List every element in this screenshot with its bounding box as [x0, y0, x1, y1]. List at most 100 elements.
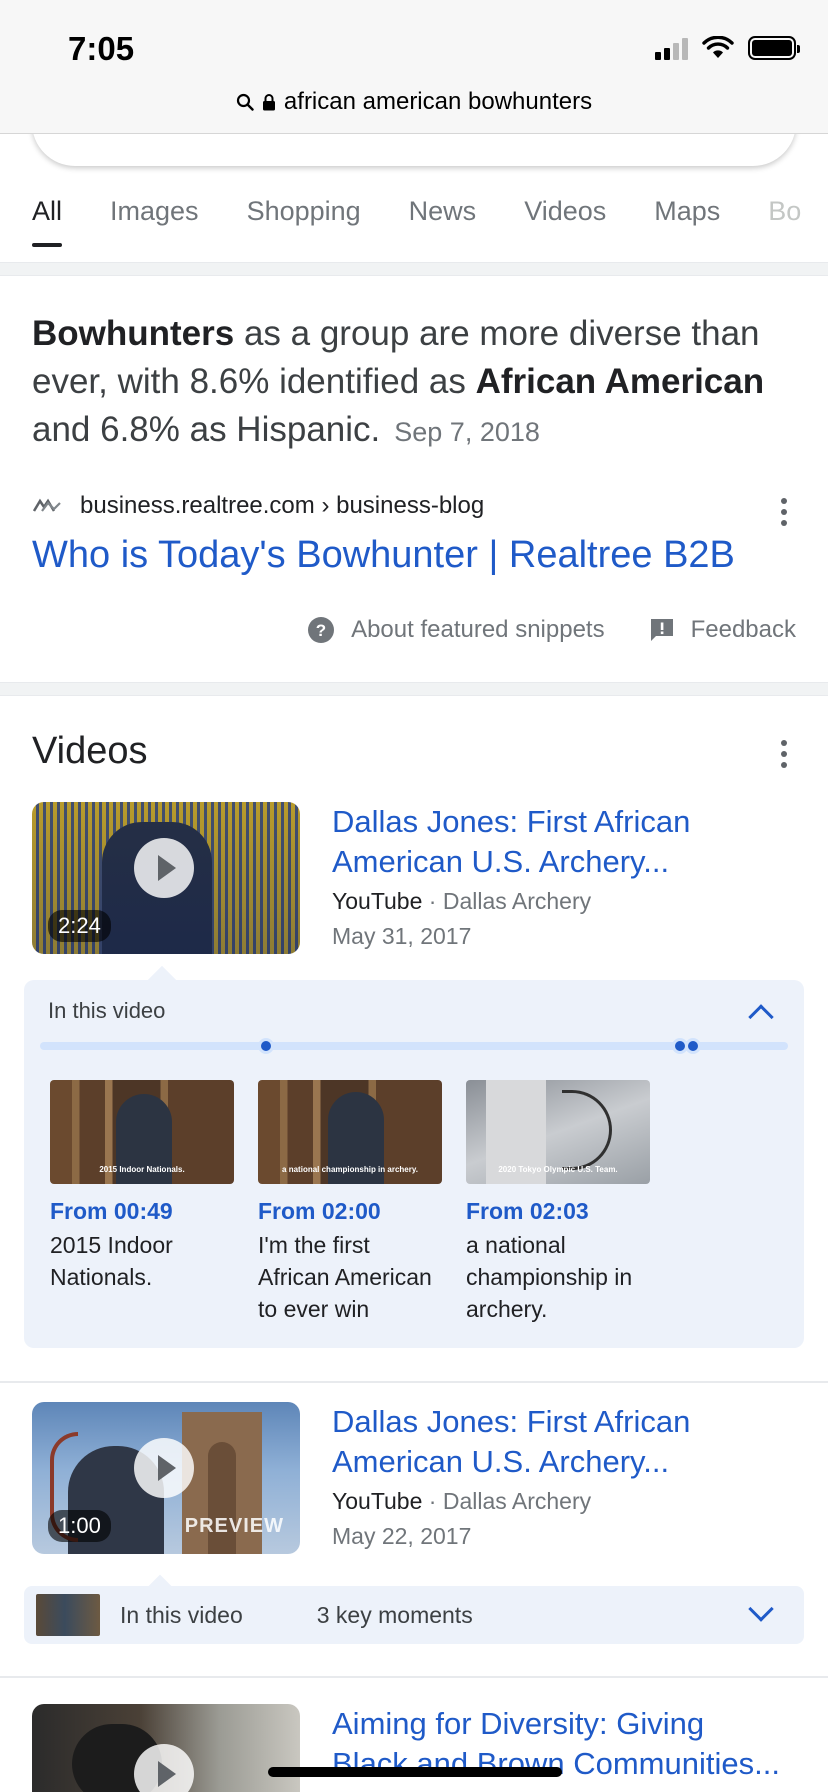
tab-books[interactable]: Bo: [768, 196, 801, 247]
video-duration: 1:00: [48, 1510, 111, 1542]
timeline-marker[interactable]: [685, 1038, 701, 1054]
tab-maps[interactable]: Maps: [654, 196, 720, 247]
key-moments-label: In this video: [48, 998, 166, 1023]
videos-heading: Videos: [32, 730, 148, 772]
chevron-up-icon[interactable]: [748, 1004, 774, 1030]
status-icons: [655, 36, 800, 60]
search-icon: [236, 93, 254, 111]
lock-icon: [262, 94, 275, 111]
videos-more-options-icon[interactable]: [772, 740, 796, 768]
cellular-signal-icon: [655, 36, 688, 60]
moment-timestamp[interactable]: From 02:03: [466, 1198, 652, 1225]
video-duration: 2:24: [48, 910, 111, 942]
snippet-footer: ? About featured snippets Feedback: [307, 616, 796, 644]
moment-timestamp[interactable]: From 00:49: [50, 1198, 236, 1225]
browser-chrome: 7:05 african american bowhunters: [0, 0, 828, 134]
video-thumbnail[interactable]: 1:00 PREVIEW: [32, 1402, 300, 1554]
snippet-bold-term: Bowhunters: [32, 314, 235, 353]
key-moments-label: In this video: [120, 1601, 243, 1628]
chevron-down-icon[interactable]: [748, 1596, 774, 1622]
feedback-icon: [650, 619, 673, 641]
bow-icon: [562, 1090, 612, 1170]
moment-description: 2015 Indoor Nationals.: [50, 1229, 236, 1293]
key-moment-card[interactable]: a national championship in archery. From…: [258, 1080, 444, 1325]
wifi-icon: [702, 36, 734, 58]
video-meta: Dallas Jones: First African American U.S…: [332, 802, 796, 950]
video-channel: · Dallas Archery: [428, 888, 592, 914]
key-moment-thumbnail[interactable]: 2015 Indoor Nationals.: [50, 1080, 234, 1184]
timeline-marker[interactable]: [258, 1038, 274, 1054]
moment-description-line: 2015 Indoor: [50, 1232, 173, 1258]
section-divider: [0, 682, 828, 696]
tab-videos[interactable]: Videos: [524, 196, 606, 247]
source-url: business.realtree.com › business-blog: [80, 492, 485, 519]
result-divider: [0, 1381, 828, 1383]
video-meta: Dallas Jones: First African American U.S…: [332, 1402, 796, 1550]
tab-news[interactable]: News: [409, 196, 477, 247]
tab-all[interactable]: All: [32, 196, 63, 247]
moment-description-line: Nationals.: [50, 1264, 153, 1290]
video-title[interactable]: Black and Brown Communities...: [332, 1744, 796, 1784]
thumbnail-caption: 2015 Indoor Nationals.: [99, 1165, 185, 1174]
about-label: About featured snippets: [351, 616, 605, 643]
snippet-date: Sep 7, 2018: [394, 417, 540, 447]
section-divider: [0, 262, 828, 276]
moment-description: a national championship in archery.: [466, 1229, 652, 1325]
preview-label: PREVIEW: [184, 1515, 284, 1537]
thumbnail-caption: 2020 Tokyo Olympic U.S. Team.: [498, 1165, 618, 1174]
help-icon: ?: [308, 617, 335, 643]
battery-icon: [748, 36, 800, 60]
tab-shopping[interactable]: Shopping: [247, 196, 361, 247]
status-time: 7:05: [68, 30, 135, 67]
key-moments-count: 3 key moments: [316, 1601, 473, 1628]
key-moments-panel: In this video 2015 Indoor Nationals. Fro…: [24, 965, 804, 1348]
video-channel: · Dallas Archery: [428, 1488, 592, 1514]
url-text: african american bowhunters: [283, 88, 593, 115]
video-source: YouTube · Dallas Archery: [332, 1488, 796, 1515]
snippet-result-link[interactable]: Who is Today's Bowhunter | Realtree B2B: [32, 534, 735, 577]
play-icon: [134, 1744, 194, 1792]
moment-description-line: a national: [466, 1232, 566, 1258]
more-options-icon[interactable]: [772, 498, 796, 526]
key-moment-card[interactable]: 2020 Tokyo Olympic U.S. Team. From 02:03…: [466, 1080, 652, 1325]
video-title[interactable]: Dallas Jones: First African: [332, 802, 796, 842]
panel-caret: [147, 965, 177, 995]
key-moment-thumbnail[interactable]: a national championship in archery.: [258, 1080, 442, 1184]
play-icon: [134, 1438, 194, 1498]
panel-caret: [148, 1574, 172, 1598]
video-platform: YouTube: [332, 1488, 423, 1514]
key-moments-thumbnail: [36, 1594, 100, 1636]
video-date: May 31, 2017: [332, 923, 472, 949]
result-divider: [0, 1676, 828, 1678]
key-moments-collapsed[interactable]: In this video 3 key moments: [24, 1574, 804, 1644]
timeline-track[interactable]: [40, 1038, 788, 1054]
tab-images[interactable]: Images: [110, 196, 199, 247]
video-title[interactable]: American U.S. Archery...: [332, 1442, 796, 1482]
moment-description-line: archery.: [466, 1296, 548, 1322]
snippet-source[interactable]: business.realtree.com › business-blog: [32, 492, 484, 520]
snippet-bold-term: African American: [475, 362, 765, 401]
video-title[interactable]: American U.S. Archery...: [332, 842, 796, 882]
thumbnail-caption: a national championship in archery.: [282, 1165, 418, 1174]
svg-text:?: ?: [316, 621, 326, 640]
feedback-label: Feedback: [690, 616, 796, 643]
moment-description-line: I'm the first: [258, 1232, 370, 1258]
snippet-text-part: and 6.8% as Hispanic.: [32, 410, 381, 449]
about-featured-snippets[interactable]: ? About featured snippets: [307, 616, 605, 644]
feedback-button[interactable]: Feedback: [649, 616, 796, 644]
key-moment-card[interactable]: 2015 Indoor Nationals. From 00:49 2015 I…: [50, 1080, 236, 1293]
video-title[interactable]: Dallas Jones: First African: [332, 1402, 796, 1442]
video-title[interactable]: Aiming for Diversity: Giving: [332, 1704, 796, 1744]
moment-description: I'm the first African American to ever w…: [258, 1229, 444, 1325]
video-thumbnail[interactable]: 2:24: [32, 802, 300, 954]
video-date: May 22, 2017: [332, 1523, 472, 1549]
moment-timestamp[interactable]: From 02:00: [258, 1198, 444, 1225]
play-icon: [134, 838, 194, 898]
moment-description-line: to ever win: [258, 1296, 370, 1322]
moment-description-line: championship in: [466, 1264, 633, 1290]
url-bar[interactable]: african american bowhunters: [0, 88, 828, 116]
key-moment-thumbnail[interactable]: 2020 Tokyo Olympic U.S. Team.: [466, 1080, 650, 1184]
video-thumbnail[interactable]: [32, 1704, 300, 1792]
search-tabs: All Images Shopping News Videos Maps Bo: [32, 196, 801, 247]
home-indicator[interactable]: [268, 1767, 562, 1777]
